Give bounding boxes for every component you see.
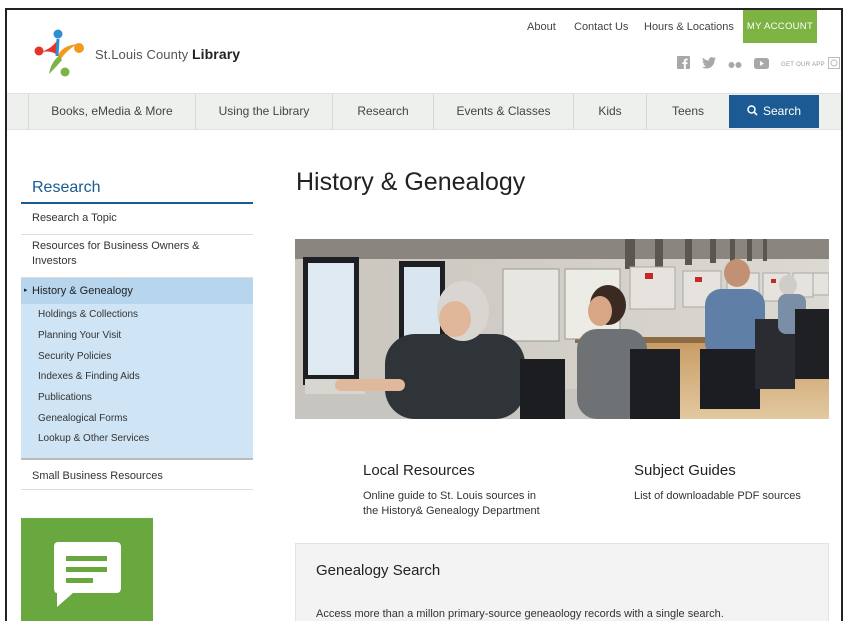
subject-guides-title[interactable]: Subject Guides xyxy=(634,462,736,479)
search-button[interactable]: Search xyxy=(729,95,819,128)
facebook-icon[interactable] xyxy=(677,56,690,74)
about-link[interactable]: About xyxy=(527,21,556,33)
browser-frame: St.Louis County Library About Contact Us… xyxy=(5,8,843,621)
twitter-icon[interactable] xyxy=(702,56,716,74)
nav-events-classes[interactable]: Events & Classes xyxy=(433,94,573,129)
sidebar-sub-lookup[interactable]: Lookup & Other Services xyxy=(38,433,149,444)
page-title: History & Genealogy xyxy=(296,168,526,196)
social-links: GET OUR APP xyxy=(677,56,840,74)
sidebar-item-business-owners[interactable]: Resources for Business Owners & Investor… xyxy=(21,235,253,278)
hero-image xyxy=(295,239,829,419)
subject-guides-desc: List of downloadable PDF sources xyxy=(634,490,801,502)
sidebar-sub-holdings[interactable]: Holdings & Collections xyxy=(38,309,138,320)
nav-using-library[interactable]: Using the Library xyxy=(195,94,332,129)
my-account-button[interactable]: MY ACCOUNT xyxy=(743,10,817,43)
library-logo[interactable] xyxy=(31,26,91,78)
caret-right-icon: ▸ xyxy=(24,287,28,294)
sidebar-sub-publications[interactable]: Publications xyxy=(38,392,92,403)
sidebar-sub-security[interactable]: Security Policies xyxy=(38,351,111,362)
flickr-icon[interactable] xyxy=(728,56,742,74)
local-resources-desc: Online guide to St. Louis sources in the… xyxy=(363,490,540,517)
genealogy-search-title[interactable]: Genealogy Search xyxy=(316,562,440,579)
app-icon[interactable] xyxy=(827,56,840,74)
library-name[interactable]: St.Louis County Library xyxy=(95,46,240,62)
sidebar-sub-indexes[interactable]: Indexes & Finding Aids xyxy=(38,371,140,382)
search-label: Search xyxy=(762,104,802,118)
local-resources-title[interactable]: Local Resources xyxy=(363,462,475,479)
nav-teens[interactable]: Teens xyxy=(646,94,729,129)
nav-research[interactable]: Research xyxy=(332,94,433,129)
sidebar-sub-planning[interactable]: Planning Your Visit xyxy=(38,330,121,341)
nav-books-emedia[interactable]: Books, eMedia & More xyxy=(28,94,195,129)
genealogy-search-box: Genealogy Search Access more than a mill… xyxy=(295,543,829,621)
contact-us-link[interactable]: Contact Us xyxy=(574,21,628,33)
nav-kids[interactable]: Kids xyxy=(573,94,646,129)
sidebar-sub-forms[interactable]: Genealogical Forms xyxy=(38,413,127,424)
genealogy-search-desc: Access more than a millon primary-source… xyxy=(316,608,724,620)
sidebar-item-small-business[interactable]: Small Business Resources xyxy=(21,462,253,490)
search-icon xyxy=(747,105,758,116)
chat-icon xyxy=(54,542,121,607)
get-app-link[interactable]: GET OUR APP xyxy=(781,62,825,68)
main-nav: Books, eMedia & More Using the Library R… xyxy=(7,93,841,130)
chat-widget[interactable] xyxy=(21,518,153,621)
sidebar-title[interactable]: Research xyxy=(21,176,253,204)
sidebar-item-research-topic[interactable]: Research a Topic xyxy=(21,208,253,235)
hours-locations-link[interactable]: Hours & Locations xyxy=(644,21,734,33)
youtube-icon[interactable] xyxy=(754,56,769,74)
sidebar-item-history-genealogy[interactable]: ▸ History & Genealogy xyxy=(21,278,253,304)
